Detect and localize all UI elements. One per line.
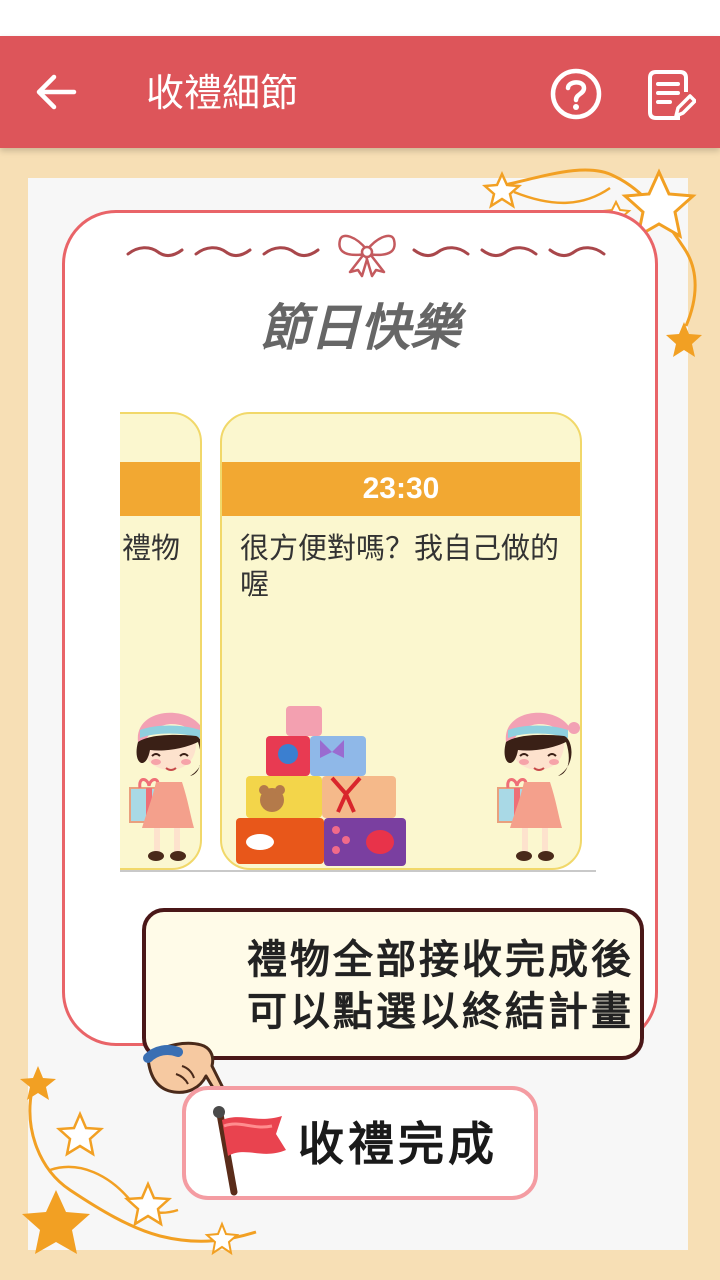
question-circle-icon[interactable] <box>548 66 604 122</box>
bow-ribbon-icon <box>124 226 610 278</box>
card-title: 節日快樂 <box>260 299 460 357</box>
message-carousel[interactable]: 禮物 23:30 很方便對嗎？我自己做的喔 <box>120 404 596 874</box>
slide-message: 很方便對嗎？我自己做的喔 <box>240 531 560 601</box>
app-bar: 收禮細節 <box>0 36 720 148</box>
back-arrow-icon[interactable] <box>30 66 82 118</box>
stars-decoration-icon <box>10 1060 270 1270</box>
tip-text: 禮物全部接收完成後 可以點選以終結計畫 <box>186 934 634 1038</box>
edit-note-icon[interactable] <box>646 68 697 122</box>
status-bar <box>0 0 720 36</box>
slide-message: 禮物 <box>121 531 180 565</box>
tip-line-2: 可以點選以終結計畫 <box>247 988 634 1035</box>
slide-time <box>120 462 200 516</box>
page-title: 收禮細節 <box>146 71 299 115</box>
girl-with-gift-icon <box>484 690 580 868</box>
gift-boxes-icon <box>228 702 408 868</box>
finish-button-label: 收禮完成 <box>298 1117 498 1171</box>
tip-line-1: 禮物全部接收完成後 <box>247 936 634 983</box>
carousel-divider <box>120 870 596 872</box>
girl-with-gift-icon <box>120 690 200 868</box>
message-slide-current[interactable]: 23:30 很方便對嗎？我自己做的喔 <box>220 412 582 870</box>
message-slide-previous[interactable]: 禮物 <box>120 412 202 870</box>
slide-time: 23:30 <box>222 462 580 516</box>
